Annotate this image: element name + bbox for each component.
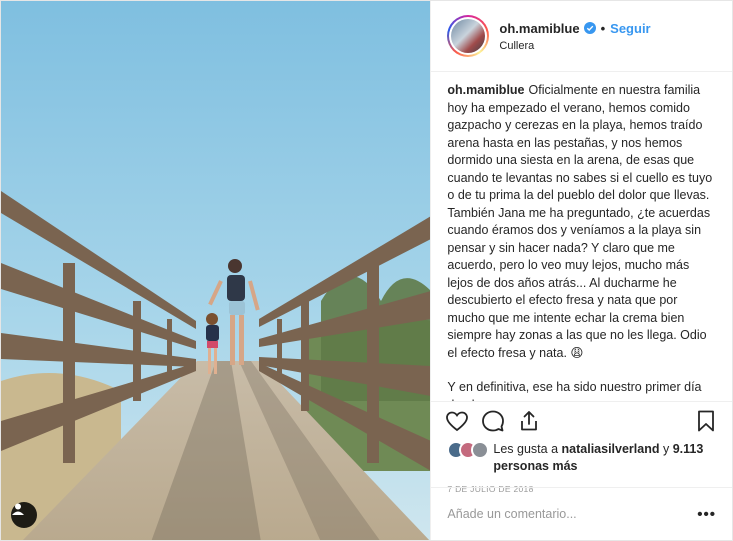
caption-text-1: Oficialmente en nuestra familia hoy ha e…	[447, 83, 713, 202]
liker-avatar	[471, 441, 490, 459]
avatar-image	[451, 19, 486, 53]
caption-paragraph: También Jana me ha preguntado, ¿te acuer…	[447, 205, 711, 360]
post-photo[interactable]	[1, 1, 431, 540]
avatar[interactable]	[447, 15, 490, 57]
share-icon[interactable]	[517, 409, 541, 433]
action-bar	[431, 401, 732, 439]
header-username[interactable]: oh.mamiblue	[499, 21, 579, 36]
heart-icon[interactable]	[445, 409, 469, 433]
bookmark-icon[interactable]	[694, 409, 718, 433]
user-tag-icon	[12, 503, 24, 515]
instagram-post: oh.mamiblue • Seguir Cullera oh.mamiblue…	[0, 0, 733, 541]
user-tag-button[interactable]	[11, 502, 37, 528]
boardwalk-photo	[1, 1, 431, 540]
location-link[interactable]: Cullera	[499, 40, 650, 52]
verified-badge-icon	[583, 22, 596, 34]
comment-icon[interactable]	[481, 409, 505, 433]
caption-username[interactable]: oh.mamiblue	[447, 83, 524, 97]
likes-summary: Les gusta a nataliasilverland y 9.113 pe…	[431, 439, 732, 475]
likes-prefix: Les gusta a	[493, 442, 559, 456]
caption-paragraph: oh.mamiblue Oficialmente en nuestra famil…	[447, 82, 716, 205]
comment-input[interactable]	[447, 507, 698, 521]
more-options-button[interactable]: •••	[697, 506, 716, 523]
post-header: oh.mamiblue • Seguir Cullera	[431, 1, 732, 72]
liker-username[interactable]: nataliasilverland	[562, 442, 660, 456]
caption: oh.mamiblue Oficialmente en nuestra famil…	[431, 72, 732, 401]
likes-and: y	[662, 442, 670, 456]
liker-avatars[interactable]	[447, 441, 490, 459]
separator-dot: •	[600, 20, 606, 36]
comment-box: •••	[431, 487, 732, 540]
post-sidebar: oh.mamiblue • Seguir Cullera oh.mamiblue…	[430, 1, 732, 540]
follow-button[interactable]: Seguir	[610, 21, 650, 36]
caption-paragraph: Y en definitiva, ese ha sido nuestro pri…	[447, 380, 702, 401]
